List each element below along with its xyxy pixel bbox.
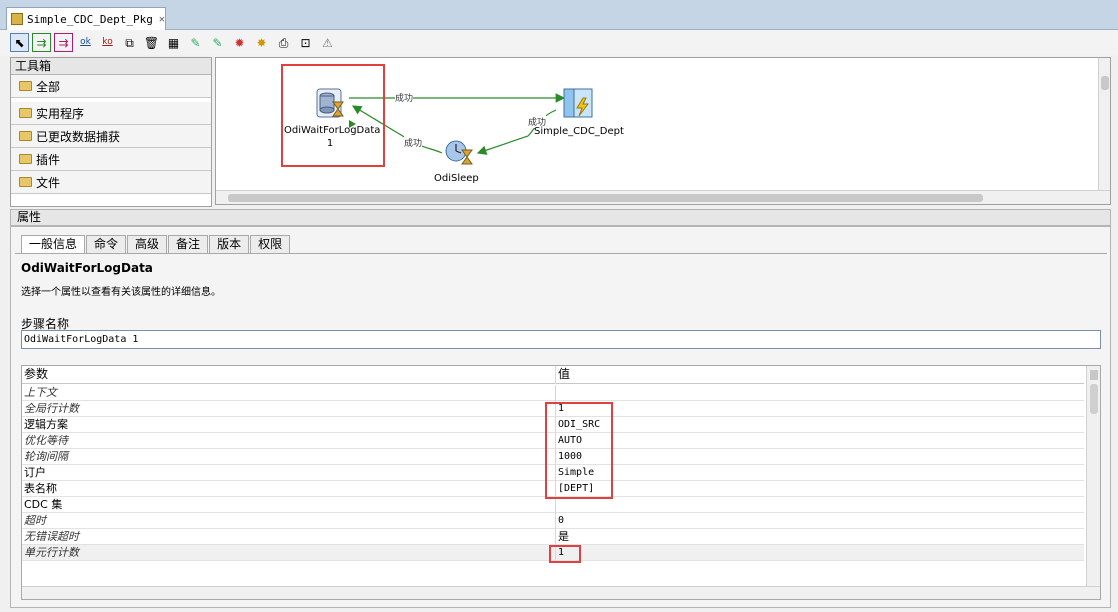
ok-link-button[interactable]: ok — [76, 33, 95, 52]
toolbox-title: 工具箱 — [11, 58, 211, 75]
arrange-icon[interactable]: ▦ — [164, 33, 183, 52]
step-title: OdiWaitForLogData — [21, 261, 153, 275]
generate-scenario-icon[interactable]: ✸ — [252, 33, 271, 52]
node-label-dept: Simple_CDC_Dept — [534, 126, 624, 137]
table-row[interactable]: CDC 集 — [22, 497, 1084, 513]
close-icon[interactable]: ✕ — [159, 14, 165, 25]
clock-hourglass-icon[interactable] — [444, 138, 474, 166]
table-row[interactable]: 超时 0 — [22, 513, 1084, 529]
toolbox-item-plugins[interactable]: 插件 — [11, 148, 211, 171]
package-icon — [11, 13, 23, 25]
folder-icon — [19, 131, 32, 141]
folder-icon — [19, 81, 32, 91]
folder-icon — [19, 154, 32, 164]
description-text: 选择一个属性以查看有关该属性的详细信息。 — [21, 287, 221, 298]
properties-tabs: 一般信息 命令 高级 备注 版本 权限 — [21, 235, 291, 253]
zoom-icon[interactable]: ⊡ — [296, 33, 315, 52]
step-name-input[interactable]: OdiWaitForLogData 1 — [21, 330, 1101, 349]
scroll-thumb[interactable] — [228, 194, 983, 202]
ko-link-button[interactable]: ko — [98, 33, 117, 52]
next-step-ko-tool-icon[interactable]: ⇉ — [54, 33, 73, 52]
vertical-scrollbar[interactable] — [1098, 58, 1110, 190]
toolbox-panel: 工具箱 全部 实用程序 已更改数据捕获 插件 文件 — [10, 57, 212, 207]
tab-general[interactable]: 一般信息 — [21, 235, 86, 253]
diagram-toolbar: ⬉ ⇉ ⇉ ok ko ⧉ 🗑 ▦ ✎ ✎ ✹ ✸ ⎙ ⊡ ⚠ — [0, 30, 1118, 55]
vertical-scrollbar[interactable] — [1086, 366, 1100, 586]
tab-command[interactable]: 命令 — [86, 235, 127, 253]
properties-header: 属性 — [10, 209, 1111, 226]
editor-tab-bar — [0, 0, 1118, 30]
clock-hourglass-icon — [445, 140, 473, 165]
folder-icon — [19, 177, 32, 187]
properties-panel: 一般信息 命令 高级 备注 版本 权限 OdiWaitForLogData 选择… — [10, 226, 1111, 608]
link-label: 成功 — [395, 91, 414, 104]
parameters-grid: 参数 值 上下文 全局行计数 1 逻辑方案 ODI_SRC 优化等待 AUTO 轮询间… — [21, 365, 1101, 600]
execute-icon[interactable]: ✎ — [208, 33, 227, 52]
validate-icon[interactable]: ✎ — [186, 33, 205, 52]
tab-advanced[interactable]: 高级 — [127, 235, 168, 253]
toolbox-item-files[interactable]: 文件 — [11, 171, 211, 194]
tab-version[interactable]: 版本 — [209, 235, 250, 253]
tab-privileges[interactable]: 权限 — [250, 235, 291, 253]
grid-header: 参数 值 — [22, 366, 1084, 384]
table-row[interactable]: 无错误超时是 — [22, 529, 1084, 545]
warning-icon[interactable]: ⚠ — [318, 33, 337, 52]
highlight-box — [281, 64, 385, 167]
horizontal-scrollbar[interactable] — [22, 586, 1100, 599]
debug-bug-icon[interactable]: ✹ — [230, 33, 249, 52]
tab-notes[interactable]: 备注 — [168, 235, 209, 253]
highlight-box — [549, 545, 581, 563]
scroll-thumb[interactable] — [1101, 76, 1109, 90]
toolbox-item-utilities[interactable]: 实用程序 — [11, 102, 211, 125]
col-param-header[interactable]: 参数 — [24, 366, 48, 383]
toolbox-item-all[interactable]: 全部 — [11, 75, 211, 98]
node-label-sleep: OdiSleep — [434, 173, 479, 184]
select-tool-icon[interactable]: ⬉ — [10, 33, 29, 52]
tab-package[interactable]: Simple_CDC_Dept_Pkg ✕ — [6, 7, 166, 30]
duplicate-icon[interactable]: ⧉ — [120, 33, 139, 52]
tab-title: Simple_CDC_Dept_Pkg — [27, 12, 153, 26]
scroll-thumb[interactable] — [1090, 384, 1098, 414]
delete-icon[interactable]: 🗑 — [142, 33, 161, 52]
print-icon[interactable]: ⎙ — [274, 33, 293, 52]
package-lightning-icon[interactable] — [563, 88, 595, 120]
link-label: 成功 — [404, 136, 423, 149]
folder-icon — [19, 108, 32, 118]
scroll-up-icon[interactable] — [1090, 370, 1098, 380]
col-value-header[interactable]: 值 — [555, 366, 570, 384]
horizontal-scrollbar[interactable] — [216, 190, 1110, 204]
toolbox-item-cdc[interactable]: 已更改数据捕获 — [11, 125, 211, 148]
package-lightning-icon — [563, 88, 593, 118]
highlight-box — [545, 402, 613, 499]
diagram-canvas[interactable]: 成功 成功 成功 OdiWaitForLogData 1 Simple_CDC_… — [215, 57, 1111, 205]
table-row[interactable]: 上下文 — [22, 385, 1084, 401]
next-step-ok-tool-icon[interactable]: ⇉ — [32, 33, 51, 52]
